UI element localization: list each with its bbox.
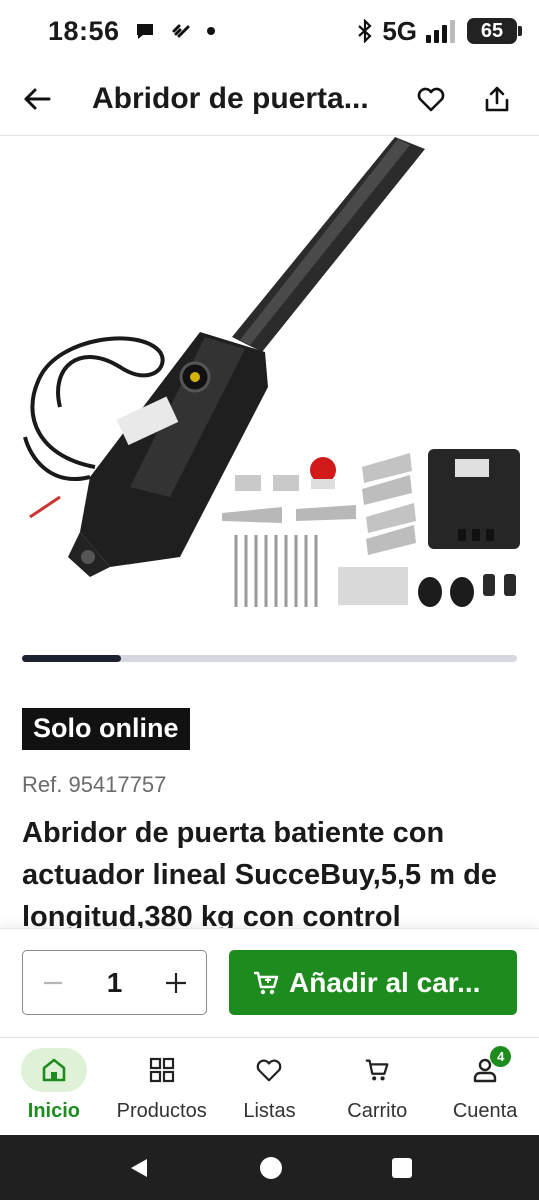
nav-label-inicio: Inicio xyxy=(27,1100,81,1122)
increase-quantity-button[interactable] xyxy=(146,952,206,1014)
purchase-bar: 1 Añadir al car... xyxy=(0,928,539,1036)
battery-level: 65 xyxy=(480,19,504,42)
nav-item-carrito[interactable]: Carrito xyxy=(323,1038,431,1134)
system-home-icon[interactable] xyxy=(259,1156,283,1180)
dot-icon xyxy=(206,27,215,35)
heart-icon xyxy=(257,1059,282,1082)
online-only-badge: Solo online xyxy=(22,708,190,750)
image-carousel-indicator[interactable] xyxy=(22,655,517,662)
nav-item-cuenta[interactable]: 4 Cuenta xyxy=(431,1038,539,1134)
product-image[interactable] xyxy=(0,137,539,627)
decrease-quantity-button[interactable] xyxy=(23,952,83,1014)
arrow-left-icon xyxy=(24,88,51,109)
bluetooth-icon xyxy=(358,19,372,43)
quantity-value[interactable]: 1 xyxy=(107,967,123,999)
status-bar: 18:56 5G 65 xyxy=(0,0,539,62)
chat-bubble-icon xyxy=(136,24,153,39)
home-icon xyxy=(42,1058,66,1082)
system-back-icon[interactable] xyxy=(127,1156,151,1180)
back-button[interactable] xyxy=(0,62,74,136)
share-button[interactable] xyxy=(471,73,523,125)
signal-icon xyxy=(426,20,455,43)
nav-item-productos[interactable]: Productos xyxy=(108,1038,216,1134)
product-title: Abridor de puerta batiente con actuador … xyxy=(22,817,497,928)
minus-icon xyxy=(44,981,62,984)
nav-label-cuenta: Cuenta xyxy=(452,1100,518,1122)
system-recents-icon[interactable] xyxy=(391,1157,413,1179)
nav-label-carrito: Carrito xyxy=(347,1100,408,1122)
app-notification-icon xyxy=(172,24,190,38)
status-time: 18:56 xyxy=(48,15,120,46)
add-to-cart-label: Añadir al car... xyxy=(289,966,481,998)
page-title: Abridor de puerta... xyxy=(92,81,369,115)
battery-indicator: 65 xyxy=(467,18,522,44)
system-navigation-bar xyxy=(0,1135,539,1200)
add-to-cart-button[interactable]: Añadir al car... xyxy=(229,950,517,1015)
favorite-button[interactable] xyxy=(405,73,457,125)
nav-item-listas[interactable]: Listas xyxy=(216,1038,324,1134)
cart-icon xyxy=(254,971,279,994)
top-app-bar: Abridor de puerta... xyxy=(0,62,539,136)
cart-icon xyxy=(366,1059,389,1081)
product-reference: Ref. 95417757 xyxy=(22,772,167,797)
grid-icon xyxy=(149,1057,174,1083)
quantity-stepper: 1 xyxy=(22,950,207,1015)
carousel-progress xyxy=(22,655,121,662)
gate-opener-kit-image xyxy=(23,137,520,607)
network-type: 5G xyxy=(382,15,417,46)
nav-label-productos: Productos xyxy=(116,1100,207,1122)
nav-label-listas: Listas xyxy=(243,1100,296,1122)
bottom-navigation: Inicio Productos Listas Carrito 4 Cuenta xyxy=(0,1037,539,1134)
nav-item-inicio[interactable]: Inicio xyxy=(0,1038,108,1134)
notification-icons xyxy=(134,20,216,42)
heart-icon xyxy=(417,87,445,111)
plus-icon xyxy=(165,972,186,993)
share-icon xyxy=(485,86,509,111)
